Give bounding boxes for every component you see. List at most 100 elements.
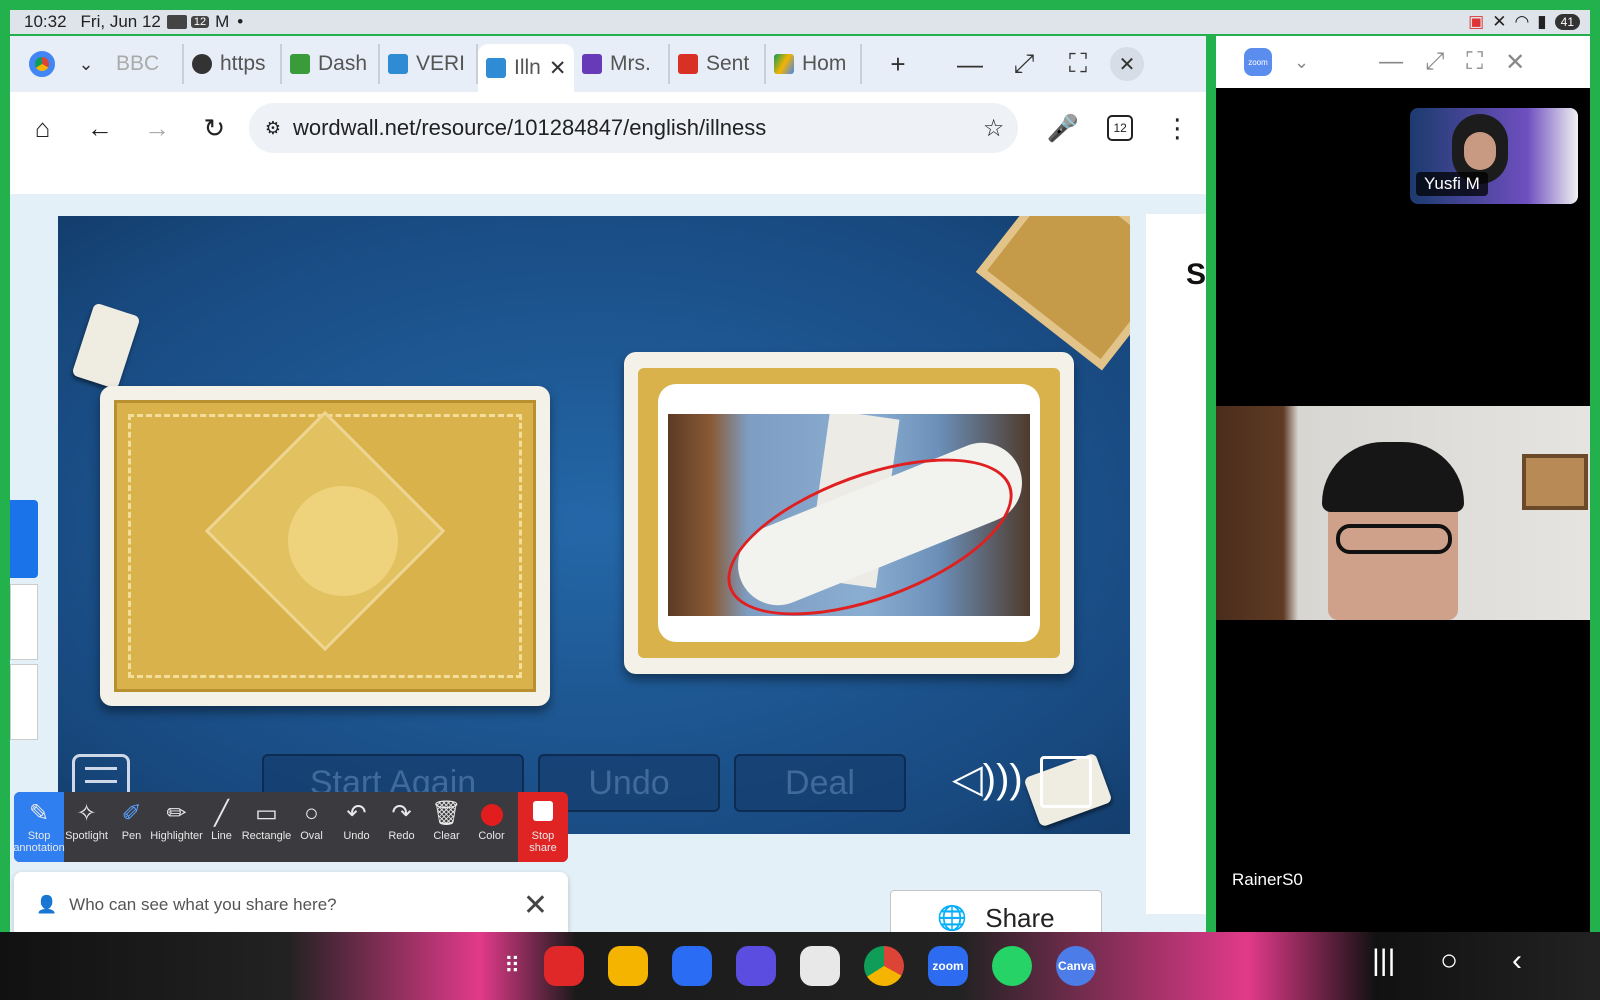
close-window-icon[interactable]: ✕ bbox=[1110, 47, 1144, 81]
share-visibility-notice: 👤 Who can see what you share here? ✕ bbox=[14, 872, 568, 938]
tab-https[interactable]: https bbox=[184, 44, 282, 84]
highlighter-button[interactable]: ✏ Highlighter bbox=[150, 792, 203, 862]
resize-icon[interactable]: ⤢ bbox=[1425, 48, 1444, 76]
tool-label: Pen bbox=[121, 830, 142, 842]
close-icon[interactable]: ✕ bbox=[1505, 48, 1525, 77]
zoom-app-icon[interactable]: zoom bbox=[928, 946, 969, 986]
forward-icon[interactable]: → bbox=[128, 99, 185, 157]
annotation-redo-button[interactable]: ↷ Redo bbox=[379, 792, 424, 862]
tool-label: Highlighter bbox=[150, 830, 203, 842]
tab-veri[interactable]: VERI bbox=[380, 44, 478, 84]
minimize-icon[interactable]: — bbox=[1379, 48, 1403, 76]
left-panel-tab[interactable] bbox=[10, 500, 38, 578]
chevron-down-icon[interactable]: ⌄ bbox=[1294, 52, 1309, 73]
tab-sent[interactable]: Sent bbox=[670, 44, 766, 84]
left-panel-tab[interactable] bbox=[10, 664, 38, 740]
game-fullscreen-icon[interactable] bbox=[1040, 756, 1092, 808]
app-drawer-icon[interactable]: ⠿ bbox=[504, 953, 520, 979]
oval-button[interactable]: ○ Oval bbox=[289, 792, 334, 862]
messages-app-icon[interactable] bbox=[672, 946, 713, 986]
participant-glasses bbox=[1336, 524, 1452, 554]
chrome-app-icon[interactable] bbox=[864, 946, 905, 986]
battery-indicator: 41 bbox=[1554, 14, 1580, 30]
zoom-window: zoom ⌄ — ⤢ ⛶ ✕ Yusfi M RainerS0 bbox=[1216, 36, 1590, 932]
tab-mrs[interactable]: Mrs. bbox=[574, 44, 670, 84]
side-panel: S bbox=[1146, 214, 1206, 914]
color-dot-icon bbox=[480, 804, 503, 826]
tab-label: Dash bbox=[318, 52, 368, 75]
tab-search-chevron-icon[interactable]: ⌄ bbox=[64, 44, 108, 84]
share-button-label: Share bbox=[985, 902, 1055, 933]
tab-dash[interactable]: Dash bbox=[282, 44, 380, 84]
globe-icon bbox=[192, 54, 212, 74]
microphone-icon[interactable]: 🎤 bbox=[1034, 99, 1091, 157]
spotlight-button[interactable]: ✧ Spotlight bbox=[64, 792, 109, 862]
tab-illness[interactable]: Illn ✕ bbox=[478, 44, 574, 92]
wordwall-icon bbox=[388, 54, 408, 74]
line-button[interactable]: ╱ Line bbox=[199, 792, 244, 862]
globe-icon: 🌐 bbox=[937, 904, 968, 932]
canva-app-icon[interactable]: Canva bbox=[1056, 946, 1097, 986]
game-canvas[interactable]: Start Again Undo Deal ◁))) bbox=[58, 216, 1130, 834]
new-tab-button[interactable]: + bbox=[876, 44, 920, 84]
browser-app-icon[interactable] bbox=[736, 946, 777, 986]
pen-button[interactable]: ✐ Pen bbox=[109, 792, 154, 862]
bookmark-star-icon[interactable]: ☆ bbox=[983, 114, 1005, 143]
camera-app-icon[interactable] bbox=[800, 946, 841, 986]
omnibox[interactable]: ⚙ wordwall.net/resource/101284847/englis… bbox=[248, 103, 1019, 153]
annotation-undo-button[interactable]: ↶ Undo bbox=[334, 792, 379, 862]
site-settings-icon[interactable]: ⚙ bbox=[265, 118, 281, 139]
tab-switcher-button[interactable]: 12 bbox=[1092, 99, 1149, 157]
deal-button[interactable]: Deal bbox=[734, 754, 906, 812]
reload-icon[interactable]: ↻ bbox=[186, 99, 243, 157]
person-lock-icon: 👤 bbox=[36, 895, 58, 914]
recent-apps-icon[interactable]: ||| bbox=[1372, 944, 1395, 978]
tab-label: BBC bbox=[116, 52, 160, 75]
participant-video-thumbnail[interactable]: Yusfi M bbox=[1410, 108, 1578, 204]
bandaged-arm-image bbox=[668, 414, 1030, 616]
trash-icon: 🗑 bbox=[431, 800, 462, 827]
whatsapp-app-icon[interactable] bbox=[992, 946, 1033, 986]
wordwall-icon bbox=[486, 58, 506, 78]
zoom-titlebar: zoom ⌄ — ⤢ ⛶ ✕ bbox=[1216, 36, 1590, 88]
close-notice-icon[interactable]: ✕ bbox=[523, 888, 548, 923]
annotation-toolbar: ✎ Stop annotation ✧ Spotlight ✐ Pen ✏ Hi… bbox=[14, 792, 568, 862]
share-button[interactable]: 🌐 Share bbox=[890, 890, 1102, 932]
tab-close-icon[interactable]: ✕ bbox=[549, 56, 567, 81]
card-deck[interactable] bbox=[100, 386, 550, 706]
resize-icon[interactable]: ⤢ bbox=[1002, 44, 1046, 84]
back-button-icon[interactable]: ‹ bbox=[1512, 944, 1522, 978]
rectangle-button[interactable]: ▭ Rectangle bbox=[241, 792, 292, 862]
tool-label: Rectangle bbox=[241, 830, 292, 842]
flipboard-app-icon[interactable] bbox=[544, 946, 585, 986]
fullscreen-icon[interactable]: ⛶ bbox=[1466, 48, 1483, 76]
sound-icon[interactable]: ◁))) bbox=[952, 756, 1023, 806]
tool-label: Spotlight bbox=[65, 830, 108, 842]
tab-bbc[interactable]: BBC bbox=[108, 44, 184, 84]
drive-icon bbox=[774, 54, 794, 74]
tab-count: 12 bbox=[1107, 115, 1134, 141]
chrome-logo-icon[interactable] bbox=[20, 44, 64, 84]
minimize-icon[interactable]: — bbox=[948, 44, 992, 84]
back-icon[interactable]: ← bbox=[71, 99, 128, 157]
files-app-icon[interactable] bbox=[608, 946, 649, 986]
illness-picture-card[interactable] bbox=[624, 352, 1074, 674]
clear-button[interactable]: 🗑 Clear bbox=[424, 792, 469, 862]
tab-home[interactable]: Hom bbox=[766, 44, 862, 84]
tool-label: Stop share bbox=[529, 830, 557, 854]
fullscreen-icon[interactable]: ⛶ bbox=[1056, 44, 1100, 84]
color-button[interactable]: Color bbox=[469, 792, 514, 862]
zoom-logo-icon[interactable]: zoom bbox=[1244, 48, 1272, 76]
left-panel-tab[interactable] bbox=[10, 584, 38, 660]
tool-label: Clear bbox=[433, 830, 460, 842]
mute-icon: ✕ bbox=[1492, 12, 1507, 31]
signal-icon: ▮ bbox=[1537, 12, 1547, 31]
stop-share-button[interactable]: Stop share bbox=[518, 792, 568, 862]
home-button-icon[interactable]: ○ bbox=[1440, 944, 1458, 978]
tab-label: VERI bbox=[416, 52, 466, 75]
stop-annotation-button[interactable]: ✎ Stop annotation bbox=[14, 792, 65, 862]
highlighter-icon: ✏ bbox=[166, 800, 187, 827]
more-menu-icon[interactable]: ⋮ bbox=[1149, 99, 1206, 157]
home-icon[interactable]: ⌂ bbox=[14, 99, 71, 157]
participant-video-main[interactable] bbox=[1216, 406, 1590, 620]
